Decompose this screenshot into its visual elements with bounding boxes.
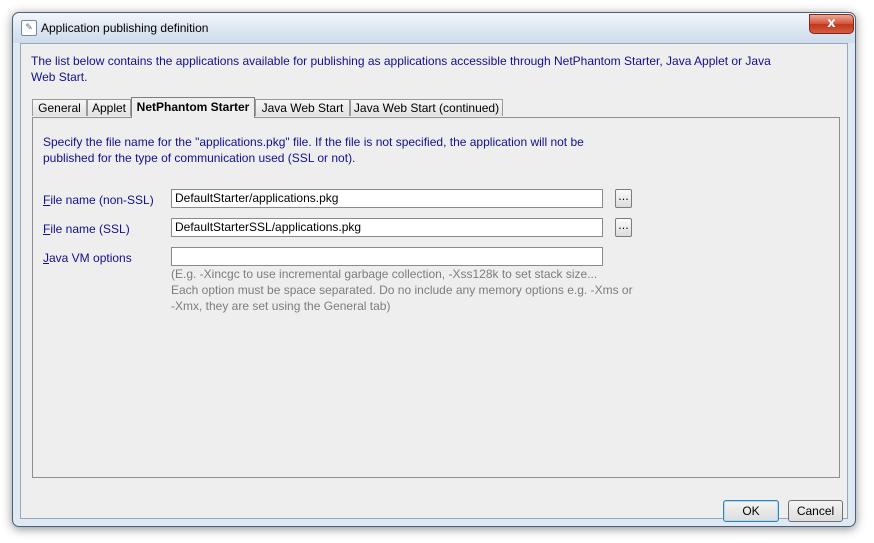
tab-java-web-start-continued[interactable]: Java Web Start (continued) [350, 99, 503, 116]
browse-nonssl-button[interactable]: ... [615, 189, 632, 208]
close-button[interactable]: x [809, 14, 854, 34]
ok-button[interactable]: OK [723, 500, 779, 522]
cancel-button[interactable]: Cancel [788, 500, 843, 522]
title-bar[interactable]: ✎ Application publishing definition x [13, 13, 855, 43]
file-name-ssl-input[interactable]: DefaultStarterSSL/applications.pkg [171, 218, 603, 237]
intro-text: The list below contains the applications… [31, 54, 771, 84]
dialog-client-area: The list below contains the applications… [20, 43, 848, 522]
label-text: ile name (SSL) [50, 222, 130, 236]
hint-line: -Xmx, they are set using the General tab… [171, 299, 391, 313]
java-vm-options-input[interactable] [171, 247, 603, 266]
java-vm-options-label: Java VM options [43, 251, 132, 265]
tab-java-web-start[interactable]: Java Web Start [255, 99, 350, 116]
window-title: Application publishing definition [41, 21, 209, 35]
tab-netphantom-starter[interactable]: NetPhantom Starter [131, 97, 255, 118]
document-icon: ✎ [21, 20, 37, 36]
panel-description: Specify the file name for the "applicati… [43, 135, 584, 165]
hint-line: Each option must be space separated. Do … [171, 283, 633, 297]
browse-ssl-button[interactable]: ... [615, 218, 632, 237]
file-name-nonssl-input[interactable]: DefaultStarter/applications.pkg [171, 189, 603, 208]
hint-line: (E.g. -Xincgc to use incremental garbage… [171, 267, 598, 281]
vm-options-hint: (E.g. -Xincgc to use incremental garbage… [171, 266, 651, 314]
dialog-window: ✎ Application publishing definition x Th… [12, 12, 856, 527]
tab-applet[interactable]: Applet [87, 99, 131, 116]
file-name-nonssl-label: File name (non-SSL) [43, 193, 154, 207]
tab-panel-netphantom-starter: Specify the file name for the "applicati… [32, 117, 840, 478]
file-name-ssl-label: File name (SSL) [43, 222, 130, 236]
label-text: ile name (non-SSL) [50, 193, 154, 207]
label-text: ava VM options [49, 251, 132, 265]
tab-general[interactable]: General [32, 99, 87, 116]
